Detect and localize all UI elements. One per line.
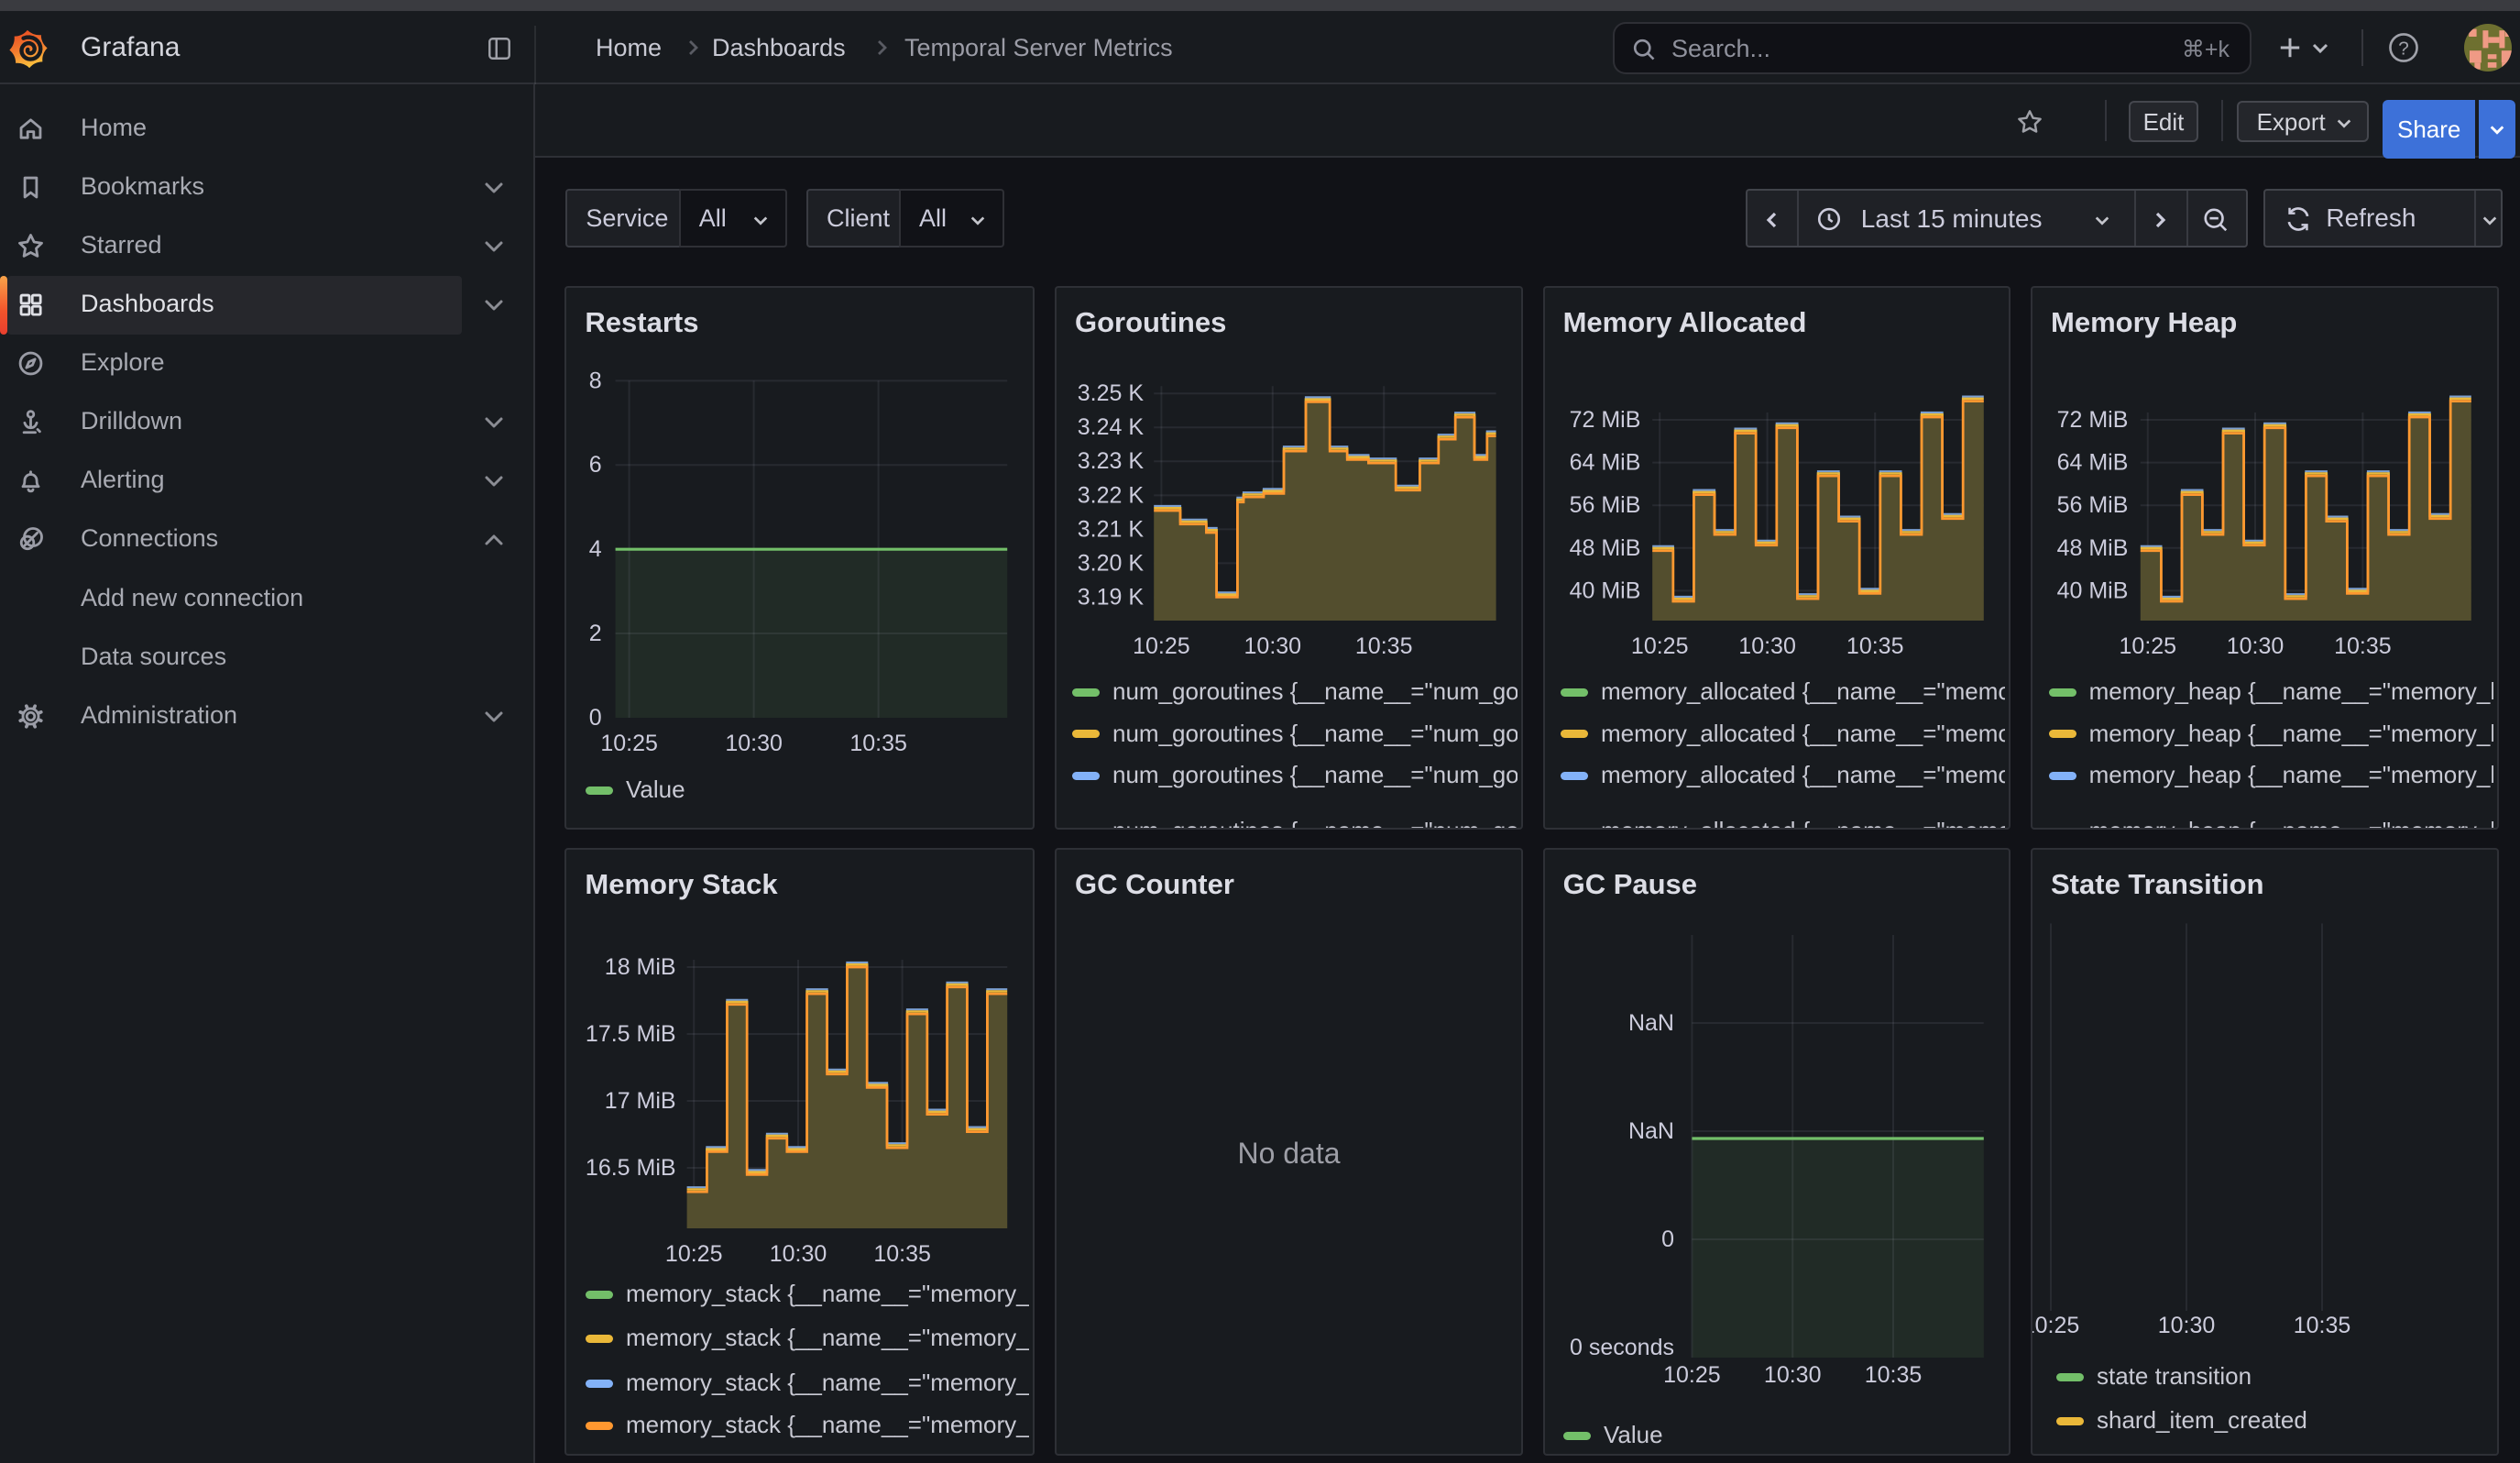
svg-text:40 MiB: 40 MiB — [2057, 578, 2129, 603]
svg-text:17 MiB: 17 MiB — [605, 1088, 676, 1114]
svg-text:3.19 K: 3.19 K — [1078, 584, 1145, 610]
svg-text:3.22 K: 3.22 K — [1078, 482, 1145, 508]
svg-text:10:35: 10:35 — [1864, 1362, 1922, 1388]
svg-text:10:30: 10:30 — [2158, 1313, 2216, 1338]
svg-text:10:35: 10:35 — [2334, 633, 2392, 659]
svg-text:4: 4 — [589, 536, 602, 562]
svg-text:10:25: 10:25 — [1663, 1362, 1721, 1388]
svg-text:10:35: 10:35 — [1846, 633, 1904, 659]
svg-text:17.5 MiB: 17.5 MiB — [586, 1021, 676, 1047]
svg-text:2: 2 — [589, 621, 602, 646]
svg-text:72 MiB: 72 MiB — [1569, 407, 1640, 433]
svg-text:16.5 MiB: 16.5 MiB — [586, 1155, 676, 1181]
svg-text:3.24 K: 3.24 K — [1078, 414, 1145, 440]
svg-text:10:25: 10:25 — [1631, 633, 1689, 659]
svg-text:3.20 K: 3.20 K — [1078, 550, 1145, 576]
svg-text:10:35: 10:35 — [2294, 1313, 2351, 1338]
svg-text:8: 8 — [589, 368, 602, 393]
svg-text:64 MiB: 64 MiB — [1569, 450, 1640, 476]
svg-text:10:25: 10:25 — [601, 731, 659, 756]
svg-text:3.23 K: 3.23 K — [1078, 448, 1145, 474]
svg-text:10:30: 10:30 — [1738, 633, 1796, 659]
svg-text:6: 6 — [589, 452, 602, 478]
svg-text:NaN: NaN — [1628, 1010, 1674, 1036]
svg-text:40 MiB: 40 MiB — [1569, 578, 1640, 603]
svg-text:3.21 K: 3.21 K — [1078, 516, 1145, 542]
svg-text:10:30: 10:30 — [1244, 633, 1302, 659]
svg-text:10:35: 10:35 — [874, 1241, 932, 1267]
svg-text:56 MiB: 56 MiB — [1569, 492, 1640, 518]
svg-text:3.25 K: 3.25 K — [1078, 380, 1145, 406]
svg-text:10:25: 10:25 — [2032, 1313, 2079, 1338]
svg-text:48 MiB: 48 MiB — [1569, 535, 1640, 561]
svg-text:10:25: 10:25 — [665, 1241, 723, 1267]
svg-text:10:30: 10:30 — [770, 1241, 827, 1267]
svg-text:48 MiB: 48 MiB — [2057, 535, 2129, 561]
svg-text:10:30: 10:30 — [1764, 1362, 1822, 1388]
svg-text:NaN: NaN — [1628, 1118, 1674, 1144]
svg-text:10:30: 10:30 — [726, 731, 783, 756]
svg-text:72 MiB: 72 MiB — [2057, 407, 2129, 433]
svg-text:18 MiB: 18 MiB — [605, 954, 676, 980]
svg-text:10:35: 10:35 — [1355, 633, 1413, 659]
svg-text:10:35: 10:35 — [850, 731, 908, 756]
svg-text:0: 0 — [1661, 1226, 1674, 1252]
svg-text:10:25: 10:25 — [2120, 633, 2177, 659]
svg-text:0 seconds: 0 seconds — [1570, 1335, 1674, 1360]
svg-text:?: ? — [2398, 38, 2409, 59]
svg-text:0: 0 — [589, 705, 602, 731]
svg-text:10:25: 10:25 — [1133, 633, 1190, 659]
svg-text:64 MiB: 64 MiB — [2057, 450, 2129, 476]
svg-text:56 MiB: 56 MiB — [2057, 492, 2129, 518]
svg-text:10:30: 10:30 — [2227, 633, 2284, 659]
